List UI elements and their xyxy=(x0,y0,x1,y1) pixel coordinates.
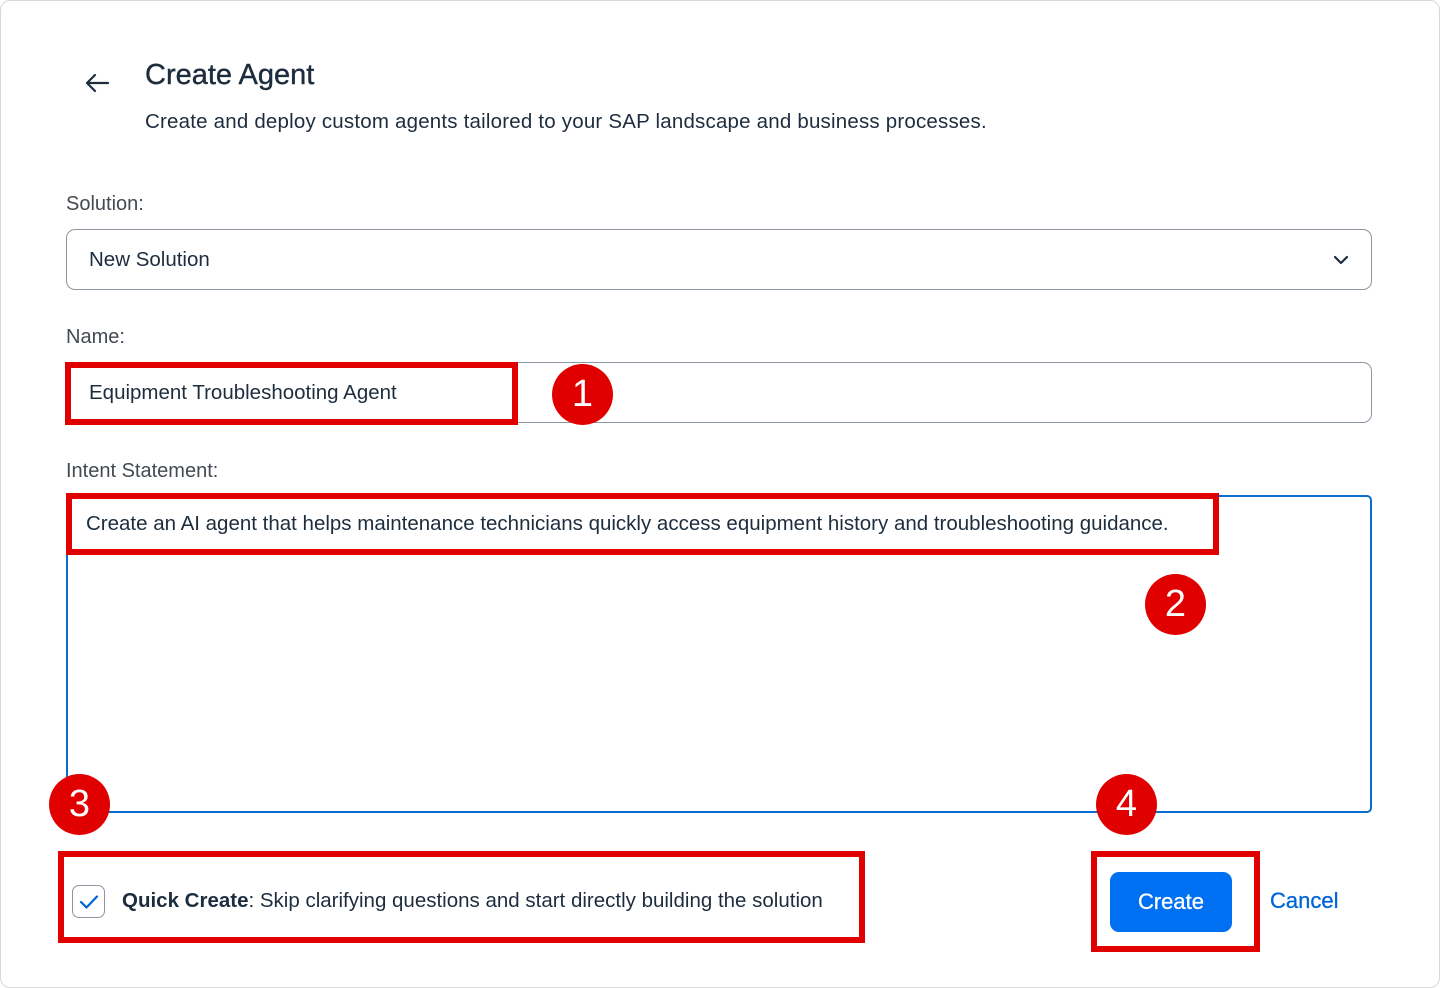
cancel-button[interactable]: Cancel xyxy=(1270,888,1339,914)
intent-textarea-value: Create an AI agent that helps maintenanc… xyxy=(86,512,1169,535)
quick-create-checkbox[interactable] xyxy=(72,885,105,918)
name-input-value: Equipment Troubleshooting Agent xyxy=(89,380,397,404)
annotation-badge-3: 3 xyxy=(49,774,110,835)
annotation-badge-2: 2 xyxy=(1145,574,1206,635)
intent-label: Intent Statement: xyxy=(66,460,219,482)
quick-create-label: Quick Create: Skip clarifying questions … xyxy=(122,889,823,913)
intent-textarea[interactable]: Create an AI agent that helps maintenanc… xyxy=(66,495,1372,813)
arrow-left-icon xyxy=(85,73,110,93)
back-button[interactable] xyxy=(79,65,115,101)
name-input[interactable]: Equipment Troubleshooting Agent xyxy=(66,362,1372,423)
annotation-badge-1: 1 xyxy=(552,364,613,425)
page-subtitle: Create and deploy custom agents tailored… xyxy=(145,110,987,133)
create-agent-dialog: Create Agent Create and deploy custom ag… xyxy=(0,0,1440,988)
quick-create-description: : Skip clarifying questions and start di… xyxy=(248,889,823,912)
chevron-down-icon xyxy=(1333,255,1349,265)
name-label: Name: xyxy=(66,326,125,348)
quick-create-title: Quick Create xyxy=(122,889,249,912)
checkmark-icon xyxy=(79,894,98,909)
create-button[interactable]: Create xyxy=(1110,872,1232,932)
solution-label: Solution: xyxy=(66,193,144,215)
solution-select[interactable]: New Solution xyxy=(66,229,1372,290)
page-title: Create Agent xyxy=(145,59,315,91)
solution-select-value: New Solution xyxy=(89,247,210,271)
annotation-badge-4: 4 xyxy=(1096,774,1157,835)
